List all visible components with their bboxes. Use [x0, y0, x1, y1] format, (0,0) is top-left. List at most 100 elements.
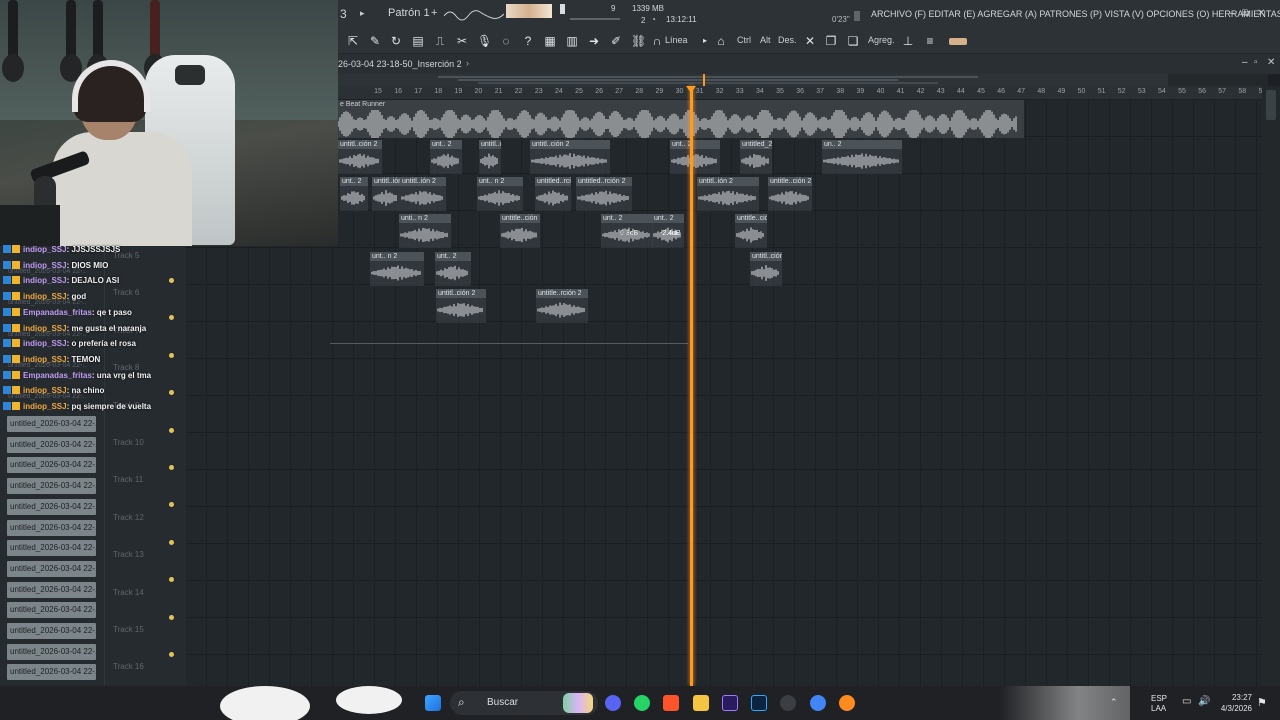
song-overview[interactable] [338, 74, 1268, 86]
pattern-selector[interactable]: Patrón 1 [388, 7, 430, 19]
chat-bubble-icon[interactable]: ◌ [499, 34, 513, 48]
audio-clip[interactable]: unt.. n 2 [370, 252, 424, 286]
hat-icon[interactable]: ⌂ [714, 34, 728, 48]
clock-date[interactable]: 4/3/2026 [1204, 704, 1252, 713]
stack-icon[interactable]: ≡ [923, 34, 937, 48]
audio-clip[interactable]: untitle..ción 2 [735, 214, 767, 248]
picker-clip-item[interactable]: untitled_2026-03-04 22-.. [7, 643, 96, 660]
picker-clip-item[interactable]: untitled_2026-03-04 22-.. [7, 540, 96, 557]
audio-clip[interactable]: unt.. n 2 [477, 177, 523, 211]
track-label[interactable]: Track 11 [113, 475, 143, 484]
picker-clip-item[interactable]: untitled_2026-03-04 22-.. [7, 664, 96, 681]
link-icon[interactable]: ⛓ [631, 34, 646, 48]
picker-clip-item[interactable]: untitled_2026-03-04 22-.. [7, 581, 96, 598]
playlist-maximize-icon[interactable]: ▫ [1254, 57, 1258, 68]
picker-clip-item[interactable]: untitled_2026-03-04 22-.. [7, 623, 96, 639]
audio-clip[interactable]: untitle..ción 2 [768, 177, 812, 211]
whatsapp-icon[interactable] [634, 695, 650, 711]
audio-clip[interactable]: untitl..ción 2 [530, 140, 610, 174]
start-icon[interactable] [425, 695, 441, 711]
audio-clip[interactable]: untitle..ción 2 [500, 214, 540, 248]
track-mute-led[interactable] [169, 502, 174, 508]
track-mute-led[interactable] [169, 652, 174, 657]
picker-clip-item[interactable]: untitled_2026-03-04 22-.. [7, 416, 96, 432]
picker-clip-item[interactable]: untitled_2026-03-04 22-.. [7, 560, 96, 577]
track-mute-led[interactable] [169, 427, 174, 433]
track-label[interactable]: Track 13 [113, 550, 144, 559]
beat-runner-clip[interactable]: e Beat Runner [338, 100, 1024, 138]
arrow-right-icon[interactable]: ➜ [587, 34, 601, 48]
tray-chevron-icon[interactable]: ⌃ [1110, 697, 1118, 708]
close-icon[interactable]: ✕ [1257, 8, 1265, 19]
tool-options-icon[interactable]: ⇱ [346, 34, 360, 48]
language-top[interactable]: ESP [1151, 694, 1167, 703]
track-label[interactable]: Track 16 [113, 662, 144, 671]
premiere-icon[interactable] [722, 695, 738, 711]
add-button[interactable]: Agreg. [868, 35, 895, 45]
snap-dropdown-icon[interactable]: ▸ [698, 34, 712, 48]
audio-clip[interactable]: unt.. 2 [670, 140, 720, 174]
marker-icon[interactable]: ⊥ [901, 34, 915, 48]
file-explorer-icon[interactable] [693, 695, 709, 711]
master-pitch-knob[interactable] [560, 4, 565, 14]
audio-clip[interactable]: untitl..ión 2 [697, 177, 759, 211]
audio-clip[interactable]: untitled..rción 2 [576, 177, 632, 211]
track-label[interactable]: Track 15 [113, 625, 144, 634]
copy-icon[interactable]: ❐ [824, 34, 838, 48]
playhead[interactable] [690, 86, 693, 686]
track-mute-led[interactable] [169, 614, 174, 620]
widgets-icon[interactable] [563, 693, 593, 713]
delete-icon[interactable]: ✕ [803, 34, 817, 48]
picker-clip-item[interactable]: untitled_2026-03-04 22-.. [7, 436, 96, 453]
brave-icon[interactable] [663, 695, 679, 711]
picker-clip-item[interactable]: untitled_2026-03-04 22-.. [7, 602, 96, 619]
audio-clip[interactable]: untitl..ción 2 [338, 140, 382, 174]
help-icon[interactable]: ? [521, 34, 535, 48]
audio-clip[interactable]: untitl..ción 2 [750, 252, 782, 286]
audio-clip[interactable]: unt.. 2 [435, 252, 471, 286]
audio-clip[interactable]: untitled_20..nserción 2 [740, 140, 772, 174]
tempo-slider[interactable] [570, 18, 620, 20]
magnet-icon[interactable]: ∩ [650, 34, 664, 48]
main-menu[interactable]: ARCHIVO (F) EDITAR (E) AGREGAR (A) PATRO… [871, 9, 1280, 19]
loop-icon[interactable]: ↻ [389, 34, 403, 48]
audio-clip[interactable]: unt.. 2 [340, 177, 368, 211]
track-label[interactable]: Track 12 [113, 513, 144, 522]
cut-icon[interactable]: ✂ [455, 34, 469, 48]
paste-icon[interactable]: ❏ [846, 34, 860, 48]
audio-clip[interactable]: untitl..ión 2 [372, 177, 400, 211]
play-triangle-icon[interactable]: ▸ [360, 8, 365, 19]
fl-studio-icon[interactable] [839, 695, 855, 711]
audio-clip[interactable]: untitled..rción 2 [535, 177, 571, 211]
color-swatch[interactable] [949, 38, 967, 45]
title-arrow-icon[interactable]: › [466, 58, 469, 68]
track-mute-led[interactable] [169, 539, 174, 545]
playhead-marker[interactable] [686, 86, 696, 93]
picker-clip-item[interactable]: untitled_2026-03-04 22-.. [7, 519, 96, 536]
audio-clip[interactable]: untitl..ción 2 [436, 289, 486, 323]
playlist-scrollbar[interactable] [1262, 86, 1280, 686]
microphone-icon[interactable]: 🎙 [477, 34, 492, 48]
trash-icon[interactable] [854, 11, 860, 21]
add-pattern-button[interactable]: + [431, 7, 437, 19]
deselect-button[interactable]: Des. [778, 35, 797, 45]
picker-clip-item[interactable]: untitled_2026-03-04 22-.. [7, 457, 96, 474]
discord-icon[interactable] [605, 695, 621, 711]
mixer-icon[interactable]: ⎍ [433, 34, 447, 48]
ctrl-modifier[interactable]: Ctrl [737, 35, 751, 45]
picker-clip-item[interactable]: untitled_2026-03-04 22-.. [7, 498, 96, 515]
alt-modifier[interactable]: Alt [760, 35, 771, 45]
audio-clip[interactable]: unt.. 2 [430, 140, 462, 174]
picker-clip-item[interactable]: untitled_2026-03-04 22-.. [7, 478, 96, 495]
track-mute-led[interactable] [169, 465, 174, 470]
audio-clip[interactable]: untitl..ión 2 [400, 177, 446, 211]
audio-clip[interactable]: un.. 2 [822, 140, 902, 174]
draw-tool-icon[interactable]: ✎ [368, 34, 382, 48]
piano-roll-icon[interactable]: ▥ [565, 34, 579, 48]
notification-icon[interactable]: ⚑ [1257, 696, 1267, 709]
language-bottom[interactable]: LAA [1151, 704, 1166, 713]
chrome-icon[interactable] [810, 695, 826, 711]
restore-icon[interactable]: ⧉ [1242, 8, 1249, 19]
network-icon[interactable]: ▭ [1182, 696, 1191, 707]
audio-clip[interactable]: untitl..ción 2 [479, 140, 501, 174]
